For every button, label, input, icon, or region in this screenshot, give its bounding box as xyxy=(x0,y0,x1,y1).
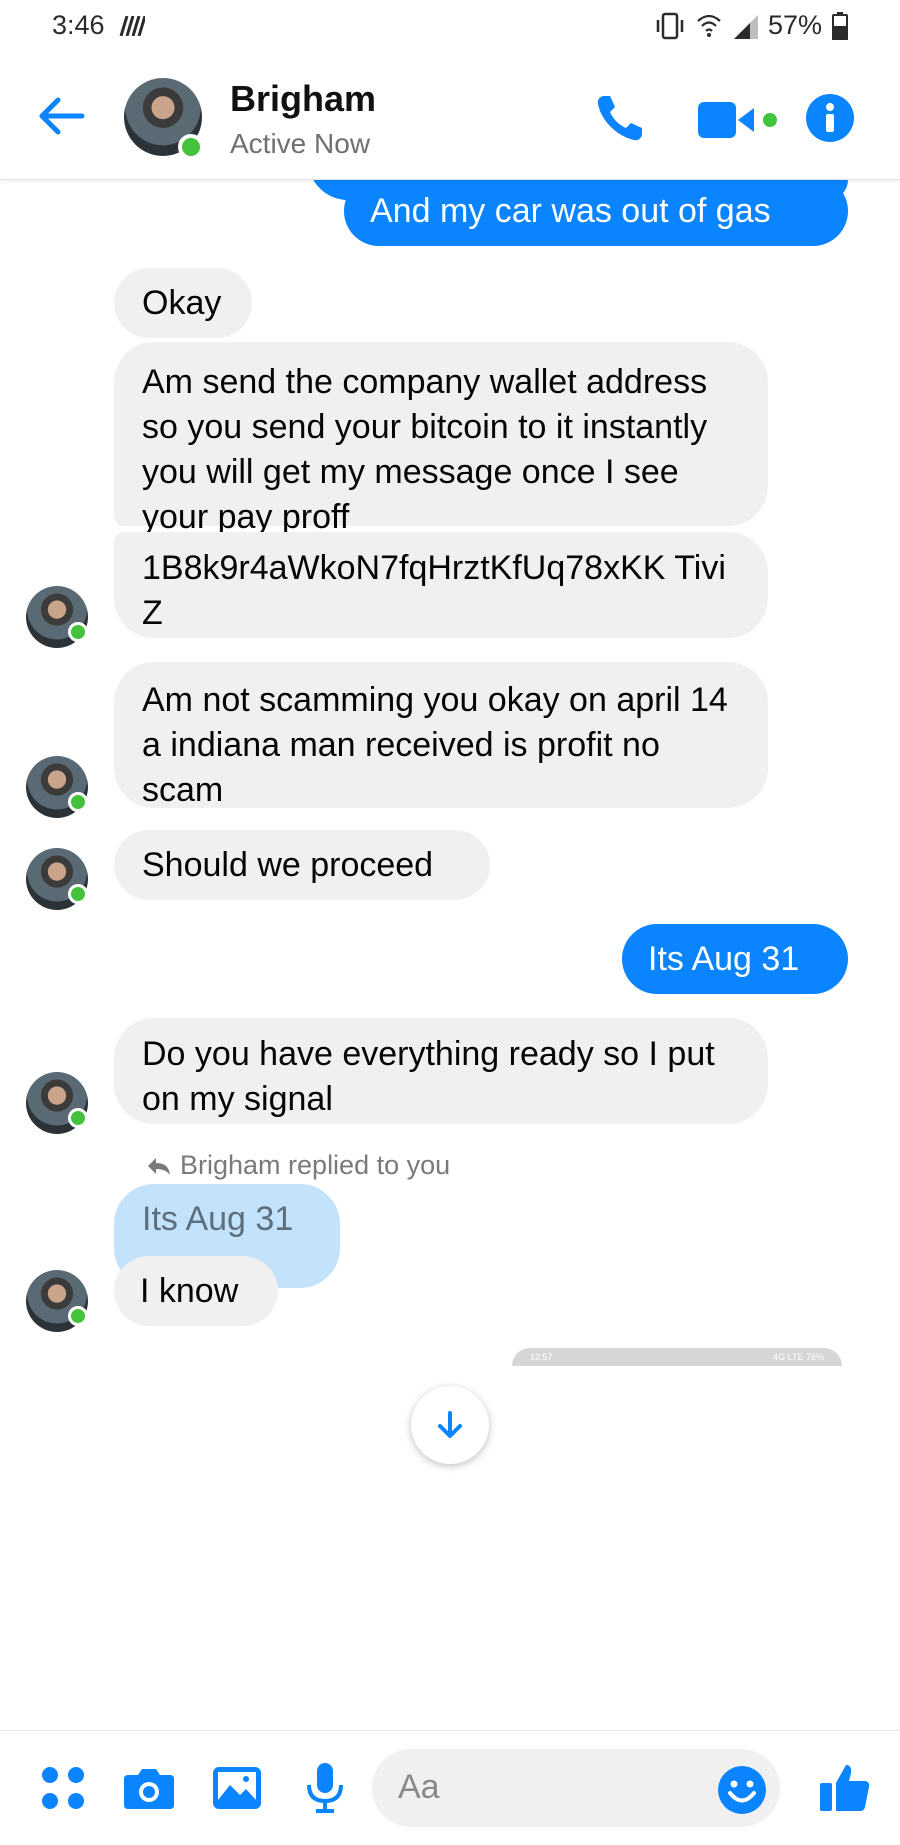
message-input-placeholder: Aa xyxy=(398,1768,440,1806)
message-bubble-outgoing[interactable]: Its Aug 31 xyxy=(622,924,848,994)
thumbnail-time: 12:57 xyxy=(530,1352,553,1362)
thumbnail-status: 4G LTE 76% xyxy=(773,1352,824,1362)
camera-icon[interactable] xyxy=(122,1761,176,1815)
message-bubble-incoming[interactable]: Should we proceed xyxy=(114,830,490,900)
gallery-icon[interactable] xyxy=(210,1761,264,1815)
reply-indicator: Brigham replied to you xyxy=(146,1150,450,1181)
reply-arrow-icon xyxy=(148,1157,170,1175)
message-bubble-incoming[interactable]: Do you have everything ready so I put on… xyxy=(114,1018,768,1124)
conversation-header: Brigham Active Now xyxy=(0,56,900,180)
info-icon[interactable] xyxy=(806,94,854,142)
message-bubble-incoming[interactable]: I know xyxy=(114,1256,278,1326)
signal-icon xyxy=(733,14,758,39)
online-indicator xyxy=(178,134,204,160)
online-indicator xyxy=(68,884,88,904)
back-arrow-icon[interactable] xyxy=(36,94,86,138)
microphone-icon[interactable] xyxy=(298,1761,352,1815)
message-bubble-outgoing[interactable]: And my car was out of gas xyxy=(344,180,848,246)
phone-icon[interactable] xyxy=(594,92,646,144)
scroll-to-bottom-button[interactable] xyxy=(411,1386,489,1464)
battery-icon xyxy=(832,11,848,40)
emoji-icon[interactable] xyxy=(718,1766,766,1814)
message-bubble-incoming[interactable]: Am not scamming you okay on april 14 a i… xyxy=(114,662,768,809)
wifi-icon xyxy=(697,14,721,37)
info-glyph xyxy=(826,103,834,132)
online-indicator xyxy=(68,1108,88,1128)
status-time: 3:46 xyxy=(52,10,105,40)
scroll-down-icon xyxy=(438,1411,462,1438)
video-camera-icon[interactable] xyxy=(698,100,780,140)
status-bar: 3:46 57% xyxy=(0,0,900,56)
quoted-message-text: Its Aug 31 xyxy=(142,1200,294,1238)
apps-icon[interactable] xyxy=(36,1761,90,1815)
notification-icon xyxy=(119,16,145,36)
contact-status: Active Now xyxy=(230,128,371,159)
message-bubble-incoming[interactable]: Okay xyxy=(114,268,252,338)
message-list[interactable]: And my car was out of gas Okay Am send t… xyxy=(0,180,900,1730)
vibrate-icon xyxy=(656,12,684,39)
thumbs-up-icon[interactable] xyxy=(818,1761,872,1815)
message-bubble-incoming[interactable]: 1B8k9r4aWkoN7fqHrztKfUq78xKK TiviZ xyxy=(114,532,768,638)
reply-note-text: Brigham replied to you xyxy=(180,1150,451,1180)
contact-name[interactable]: Brigham xyxy=(230,78,376,120)
image-attachment-preview[interactable]: 12:57 4G LTE 76% xyxy=(512,1348,842,1366)
online-indicator xyxy=(68,792,88,812)
online-indicator xyxy=(68,1306,88,1326)
online-indicator xyxy=(68,622,88,642)
battery-percent: 57% xyxy=(767,10,822,40)
message-bubble-incoming[interactable]: Am send the company wallet address so yo… xyxy=(114,342,768,536)
